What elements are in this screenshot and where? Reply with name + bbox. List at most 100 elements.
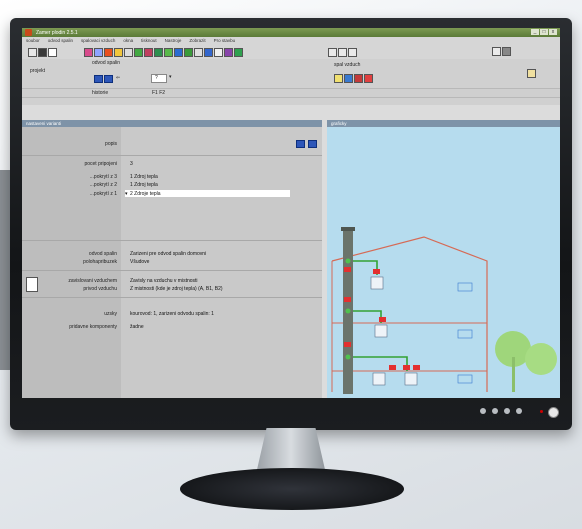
polohapribuzek-value[interactable]: Všudove xyxy=(130,259,149,265)
preview-icon[interactable] xyxy=(492,47,501,56)
divider xyxy=(22,155,322,156)
maximize-button[interactable]: □ xyxy=(540,29,548,35)
layout-icon[interactable] xyxy=(348,48,357,57)
heat-source[interactable] xyxy=(404,372,418,386)
component-icon[interactable] xyxy=(114,48,123,57)
nav-prev-button[interactable] xyxy=(104,75,113,83)
pridavne-komponenty-label: pridavne komponenty xyxy=(69,324,117,330)
component-icon[interactable] xyxy=(84,48,93,57)
close-button[interactable]: x xyxy=(549,29,557,35)
pridavne-komponenty-value: žadne xyxy=(130,324,144,330)
air-icon[interactable] xyxy=(354,74,363,83)
monitor-button[interactable] xyxy=(492,408,498,414)
heat-source[interactable] xyxy=(374,324,388,338)
component-icon[interactable] xyxy=(164,48,173,57)
dropdown-chevron-icon[interactable]: ▾ xyxy=(125,191,128,197)
component-icon[interactable] xyxy=(224,48,233,57)
menu-item[interactable]: okna xyxy=(123,38,133,43)
popis-next-button[interactable] xyxy=(308,140,317,148)
air-icon[interactable] xyxy=(344,74,353,83)
monitor-button[interactable] xyxy=(480,408,486,414)
monitor-button[interactable] xyxy=(504,408,510,414)
component-icon[interactable] xyxy=(204,48,213,57)
uzsky-value: kourovod: 1, zarizeni odvodu spalin: 1 xyxy=(130,311,214,317)
component-icon[interactable] xyxy=(184,48,193,57)
component-icon[interactable] xyxy=(234,48,243,57)
marker[interactable] xyxy=(403,365,410,370)
air-icon[interactable] xyxy=(364,74,373,83)
flue-pipe xyxy=(353,310,382,323)
pocet-pripojeni-value[interactable]: 3 xyxy=(130,161,133,167)
marker[interactable] xyxy=(379,317,386,322)
tree-trunk xyxy=(512,357,515,392)
menu-item[interactable]: spalovaci vzduch xyxy=(81,38,115,43)
divider xyxy=(22,240,322,241)
popis-label: popis xyxy=(105,141,117,147)
open-folder-icon[interactable] xyxy=(28,48,37,57)
history-keys[interactable]: F1 F2 xyxy=(152,90,165,96)
component-icon[interactable] xyxy=(214,48,223,57)
chimney-connector[interactable] xyxy=(345,308,351,314)
component-icon[interactable] xyxy=(124,48,133,57)
menu-item[interactable]: Pro stavbu xyxy=(214,38,236,43)
odvod-spalin-value[interactable]: Zarizeni pre odvod spalin domovni xyxy=(130,251,206,257)
component-icon[interactable] xyxy=(194,48,203,57)
marker[interactable] xyxy=(413,365,420,370)
help-selector[interactable]: ? xyxy=(151,74,167,83)
chimney-connector[interactable] xyxy=(345,258,351,264)
menu-item[interactable]: tisknout xyxy=(141,38,157,43)
history-label: historie xyxy=(92,90,109,96)
view-toolbar xyxy=(328,48,357,57)
tree xyxy=(525,343,557,375)
marker[interactable] xyxy=(389,365,396,370)
menu-bar: soubor odvod spalin spalovaci vzduch okn… xyxy=(22,37,560,44)
back-arrow-icon[interactable]: ⇐ xyxy=(116,75,120,81)
left-panel-header: nastaveni varianti xyxy=(22,120,322,127)
pokryti-value[interactable]: 1 Zdroj tepla xyxy=(130,174,158,180)
monitor-button[interactable] xyxy=(516,408,522,414)
window xyxy=(457,282,473,292)
help-label: ? xyxy=(155,75,158,81)
component-icon[interactable] xyxy=(174,48,183,57)
new-document-icon[interactable] xyxy=(48,48,57,57)
pokryti-value[interactable]: 1 Zdroj tepla xyxy=(130,182,158,188)
component-icon[interactable] xyxy=(134,48,143,57)
popis-prev-button[interactable] xyxy=(296,140,305,148)
marker[interactable] xyxy=(373,269,380,274)
nav-first-button[interactable] xyxy=(94,75,103,83)
layout-icon[interactable] xyxy=(328,48,337,57)
graphic-panel xyxy=(327,127,560,398)
marker[interactable] xyxy=(344,342,351,347)
dropdown-chevron-icon[interactable]: ▾ xyxy=(169,74,172,80)
layout-icon[interactable] xyxy=(338,48,347,57)
printer-icon[interactable] xyxy=(502,47,511,56)
menu-item[interactable]: Nastroje xyxy=(165,38,182,43)
monitor-screen: Zamer plodin 2.5.1 _ □ x soubor odvod sp… xyxy=(22,28,560,398)
calculator-icon[interactable] xyxy=(527,69,536,78)
menu-item[interactable]: Zobrazit xyxy=(189,38,205,43)
privod-vzduchu-value[interactable]: Z mistnosti (kde je zdroj tepla) (A, B1,… xyxy=(130,286,223,292)
menu-item[interactable]: odvod spalin xyxy=(48,38,73,43)
marker[interactable] xyxy=(344,267,351,272)
building-diagram xyxy=(331,227,557,394)
air-icon[interactable] xyxy=(334,74,343,83)
heat-source[interactable] xyxy=(370,276,384,290)
pokryti-value[interactable]: 2 Zdroje tepla xyxy=(130,191,161,197)
zavislovani-value[interactable]: Zavisly na vzduchu v mistnosti xyxy=(130,278,198,284)
minimize-button[interactable]: _ xyxy=(531,29,539,35)
flue-pipe xyxy=(353,356,408,371)
odvod-spalin-field-label: odvod spalin xyxy=(88,251,117,257)
header-panel: projekt odvod spalin ⇐ ? ▾ spal vzduch xyxy=(22,59,560,105)
heat-source[interactable] xyxy=(372,372,386,386)
toolbar xyxy=(22,44,560,59)
component-icon[interactable] xyxy=(144,48,153,57)
menu-item[interactable]: soubor xyxy=(26,38,40,43)
save-icon[interactable] xyxy=(38,48,47,57)
chimney-connector[interactable] xyxy=(345,354,351,360)
right-panel-header: graficky xyxy=(327,120,560,127)
marker[interactable] xyxy=(344,297,351,302)
component-icon[interactable] xyxy=(104,48,113,57)
component-icon[interactable] xyxy=(94,48,103,57)
component-icon[interactable] xyxy=(154,48,163,57)
power-button[interactable] xyxy=(548,407,559,418)
